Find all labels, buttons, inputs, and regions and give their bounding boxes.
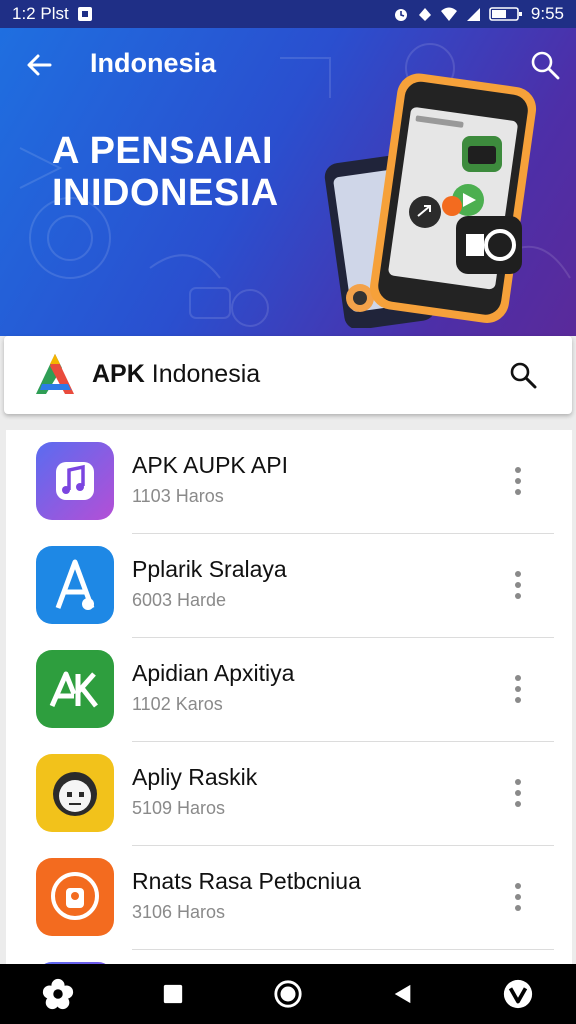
more-vert-icon[interactable] xyxy=(504,672,532,706)
ak-logo-icon xyxy=(36,650,114,728)
sim-card-icon xyxy=(77,7,92,21)
more-vert-icon[interactable] xyxy=(504,464,532,498)
pin-icon xyxy=(36,858,114,936)
battery-icon xyxy=(489,7,522,21)
navigation-bar xyxy=(0,964,576,1024)
app-meta: 6003 Harde xyxy=(132,590,227,610)
hero-line-1: A PENSAIAI xyxy=(52,130,274,172)
data-icon xyxy=(418,8,431,21)
phones-illustration xyxy=(324,73,537,328)
app-name: Apidian Apxitiya xyxy=(132,660,295,686)
more-vert-icon[interactable] xyxy=(504,568,532,602)
square-icon[interactable] xyxy=(153,974,193,1014)
signal-icon xyxy=(466,8,480,21)
app-meta: 1103 Haros xyxy=(132,486,224,506)
robot-face-icon xyxy=(36,754,114,832)
list-item[interactable]: Apidian Apxitiya 1102 Karos xyxy=(6,638,572,742)
flower-icon[interactable] xyxy=(38,974,78,1014)
hero-banner: Indonesia A PENSAIAI INIDONESIA xyxy=(0,28,576,336)
app-name: APK AUPK API xyxy=(132,452,288,478)
list-item[interactable]: Rnats Rasa Petbcniua 3106 Haros xyxy=(6,846,572,950)
more-vert-icon[interactable] xyxy=(504,880,532,914)
app-name: Pplarik Sralaya xyxy=(132,556,287,582)
app-list: APK AUPK API 1103 Haros Pplarik Sralaya … xyxy=(6,430,572,990)
wifi-icon xyxy=(440,7,457,21)
list-item[interactable]: Apliy Raskik 5109 Haros xyxy=(6,742,572,846)
brand-name: APK Indonesia xyxy=(92,360,261,388)
back-arrow-icon[interactable] xyxy=(22,48,56,82)
apk-logo-icon xyxy=(36,354,74,394)
hero-line-2: INIDONESIA xyxy=(52,172,279,214)
back-triangle-icon[interactable] xyxy=(383,974,423,1014)
letter-a-icon xyxy=(36,546,114,624)
search-icon[interactable] xyxy=(508,360,538,390)
more-vert-icon[interactable] xyxy=(504,776,532,810)
music-note-icon xyxy=(36,442,114,520)
app-meta: 3106 Haros xyxy=(132,902,226,922)
app-name: Rnats Rasa Petbcniua xyxy=(132,868,361,894)
carrier-text: 1:2 Plst xyxy=(12,4,69,23)
alarm-icon xyxy=(394,9,407,21)
page-title: Indonesia xyxy=(90,48,217,78)
list-item[interactable]: APK AUPK API 1103 Haros xyxy=(6,430,572,534)
clock-time: 9:55 xyxy=(530,4,564,23)
v-logo-icon[interactable] xyxy=(498,974,538,1014)
home-circle-icon[interactable] xyxy=(268,974,308,1014)
search-bar[interactable]: APK Indonesia xyxy=(4,336,572,414)
hero-heading: A PENSAIAI INIDONESIA xyxy=(52,130,352,214)
list-item[interactable]: Pplarik Sralaya 6003 Harde xyxy=(6,534,572,638)
app-name: Apliy Raskik xyxy=(132,764,258,790)
app-meta: 1102 Karos xyxy=(132,694,223,714)
app-meta: 5109 Haros xyxy=(132,798,226,818)
status-bar: 1:2 Plst 9:55 xyxy=(0,0,576,28)
